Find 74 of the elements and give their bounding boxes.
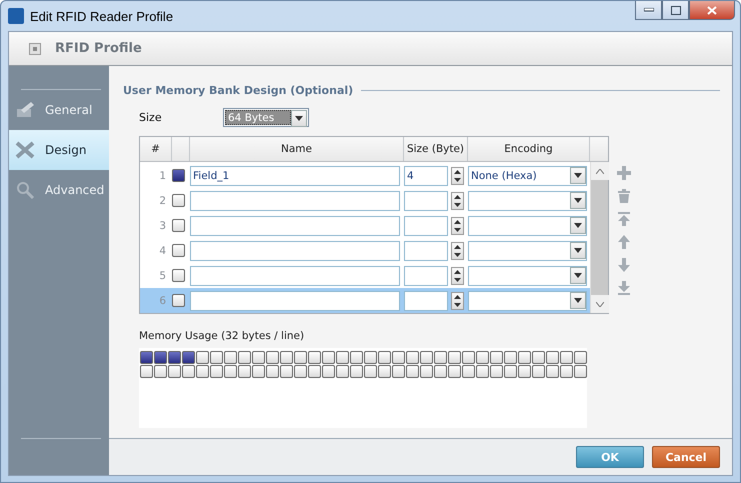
arrow-down-icon[interactable]: [617, 258, 631, 272]
caret-icon: [574, 298, 582, 303]
caret-icon: [295, 116, 303, 120]
size-field[interactable]: 4: [404, 166, 448, 186]
column-header: Encoding: [468, 137, 590, 161]
move-bottom-icon[interactable]: [617, 281, 631, 295]
size-label: Size: [139, 110, 163, 124]
column-header: Size (Byte): [404, 137, 468, 161]
minimize-icon: [644, 8, 654, 12]
column-header: Name: [190, 137, 404, 161]
row-number: 2: [158, 194, 167, 206]
row-number: 4: [158, 244, 167, 256]
memory-usage-label: Memory Usage (32 bytes / line): [139, 330, 306, 342]
row-checkbox[interactable]: [172, 194, 185, 207]
name-field[interactable]: [190, 240, 400, 260]
chevron-up-icon[interactable]: [596, 168, 604, 174]
arrow-up-icon[interactable]: [617, 235, 631, 249]
trash-icon[interactable]: [617, 189, 631, 203]
spinner-icon[interactable]: [451, 216, 464, 234]
row-number: 1: [158, 170, 167, 182]
move-top-icon[interactable]: [617, 212, 631, 226]
sidebar-item[interactable]: Design: [9, 130, 109, 170]
pencil-icon: [15, 101, 35, 119]
row-number: 3: [158, 220, 167, 232]
size-field[interactable]: [404, 216, 448, 236]
size-dropdown[interactable]: 64 Bytes: [223, 108, 309, 126]
row-checkbox[interactable]: [172, 219, 185, 232]
maximize-button[interactable]: [662, 1, 689, 20]
spinner-icon[interactable]: [451, 292, 464, 310]
cancel-button[interactable]: Cancel: [652, 446, 720, 468]
size-field[interactable]: [404, 266, 448, 286]
name-field[interactable]: [190, 216, 400, 236]
add-icon[interactable]: [617, 166, 631, 180]
chip-icon: [29, 42, 41, 54]
section-title: User Memory Bank Design (Optional): [123, 84, 354, 97]
chevron-down-icon[interactable]: [596, 302, 604, 306]
name-field[interactable]: [190, 190, 400, 210]
name-field[interactable]: Field_1: [190, 166, 400, 186]
app-icon: [8, 8, 24, 24]
name-field[interactable]: [190, 266, 400, 286]
row-checkbox[interactable]: [172, 294, 185, 307]
row-checkbox[interactable]: [172, 269, 185, 282]
size-field[interactable]: [404, 290, 448, 310]
minimize-button[interactable]: [635, 1, 662, 20]
table-row[interactable]: 6: [140, 288, 590, 313]
close-button[interactable]: [689, 1, 735, 20]
caret-icon: [574, 248, 582, 253]
row-checkbox[interactable]: [172, 169, 185, 182]
window-title: Edit RFID Reader Profile: [30, 8, 174, 24]
cross-tools-icon: [15, 141, 35, 159]
header-title: RFID Profile: [55, 41, 142, 56]
caret-icon: [574, 173, 582, 178]
size-field[interactable]: [404, 190, 448, 210]
spinner-icon[interactable]: [451, 166, 464, 184]
sidebar-item[interactable]: Advanced: [9, 170, 109, 210]
size-field[interactable]: [404, 240, 448, 260]
row-number: 6: [158, 294, 167, 306]
caret-icon: [574, 198, 582, 203]
sidebar-item[interactable]: General: [9, 90, 109, 130]
magnifier-icon: [15, 181, 35, 199]
close-icon: [707, 6, 717, 14]
spinner-icon[interactable]: [451, 266, 464, 284]
column-header: #: [140, 137, 172, 161]
caret-icon: [574, 273, 582, 278]
maximize-icon: [670, 6, 680, 14]
name-field[interactable]: [190, 290, 400, 310]
spinner-icon[interactable]: [451, 242, 464, 260]
row-checkbox[interactable]: [172, 244, 185, 257]
spinner-icon[interactable]: [451, 192, 464, 210]
caret-icon: [574, 223, 582, 228]
scrollbar[interactable]: [590, 162, 608, 313]
ok-button[interactable]: OK: [576, 446, 644, 468]
row-number: 5: [158, 270, 167, 282]
encoding-dropdown[interactable]: None (Hexa): [468, 166, 587, 186]
